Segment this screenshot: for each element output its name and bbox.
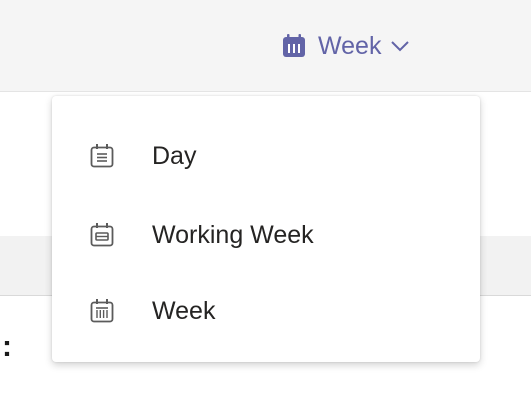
menu-item-working-week[interactable]: Working Week — [52, 205, 480, 265]
calendar-work-week-icon — [89, 222, 115, 248]
calendar-week-icon — [281, 33, 307, 59]
menu-item-label: Working Week — [152, 220, 314, 249]
screen: Week : Day Working Week Week — [0, 0, 531, 394]
chevron-down-icon — [389, 35, 411, 57]
view-dropdown-menu: Day Working Week Week — [52, 96, 480, 362]
menu-item-label: Day — [152, 141, 197, 170]
cropped-colon-text: : — [2, 330, 12, 363]
calendar-day-icon — [89, 143, 115, 169]
menu-item-week[interactable]: Week — [52, 281, 480, 341]
menu-item-day[interactable]: Day — [52, 126, 480, 186]
view-selector-button[interactable]: Week — [281, 26, 411, 66]
header-bar — [0, 0, 531, 92]
calendar-week-icon — [89, 298, 115, 324]
menu-item-label: Week — [152, 296, 216, 325]
view-selector-label: Week — [318, 31, 382, 60]
